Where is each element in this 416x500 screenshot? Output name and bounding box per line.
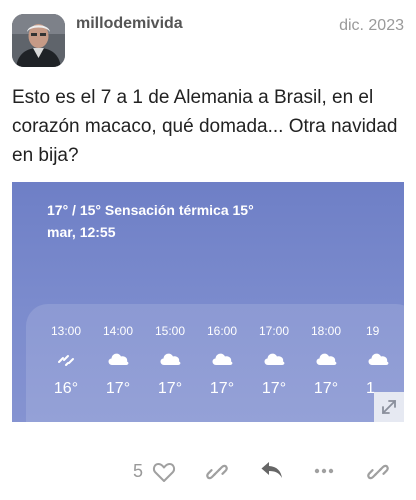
hour-temp: 16° <box>53 380 79 397</box>
cloud-icon <box>264 353 285 365</box>
post-text: Esto es el 7 a 1 de Alemania a Brasil, e… <box>12 87 398 166</box>
avatar[interactable] <box>12 14 65 67</box>
hourly-forecast-card: 13:00 16° 14:00 17° 15:00 17° 16:00 17° … <box>26 304 404 422</box>
weather-summary: 17° / 15° Sensación térmica 15° <box>47 202 254 218</box>
cloud-icon <box>368 353 389 365</box>
hour-temp: 17° <box>157 380 183 397</box>
rain-icon <box>58 355 74 366</box>
cloud-icon <box>316 353 337 365</box>
expand-icon <box>382 400 396 414</box>
hour-temp: 17° <box>261 380 287 397</box>
hour-temp: 17° <box>105 380 131 397</box>
hour-time: 18:00 <box>310 324 342 338</box>
cloud-icon <box>160 353 181 365</box>
hour-time: 16:00 <box>206 324 238 338</box>
reply-icon[interactable] <box>260 460 284 480</box>
cloud-icon <box>108 353 129 365</box>
hour-temp: 17° <box>209 380 235 397</box>
more-icon[interactable] <box>314 468 334 474</box>
hour-time: 15:00 <box>154 324 186 338</box>
hour-time: 13:00 <box>50 324 82 338</box>
username[interactable]: millodemivida <box>76 15 183 33</box>
heart-icon[interactable] <box>152 461 176 483</box>
hour-time: 17:00 <box>258 324 290 338</box>
post-actions: 5 <box>0 456 416 486</box>
hour-temp: 17° <box>313 380 339 397</box>
post: millodemivida dic. 2023 Esto es el 7 a 1… <box>0 0 416 500</box>
link-icon[interactable] <box>367 462 389 482</box>
avatar-image <box>12 14 65 67</box>
hour-time: 14:00 <box>102 324 134 338</box>
weather-datetime: mar, 12:55 <box>47 224 116 240</box>
link-icon[interactable] <box>206 462 228 482</box>
cloud-icon <box>212 353 233 365</box>
like-count[interactable]: 5 <box>133 461 143 482</box>
expand-image-button[interactable] <box>374 392 404 422</box>
weather-screenshot[interactable]: 17° / 15° Sensación térmica 15° mar, 12:… <box>12 182 404 422</box>
post-date[interactable]: dic. 2023 <box>339 17 404 35</box>
hour-time: 19 <box>366 324 380 338</box>
